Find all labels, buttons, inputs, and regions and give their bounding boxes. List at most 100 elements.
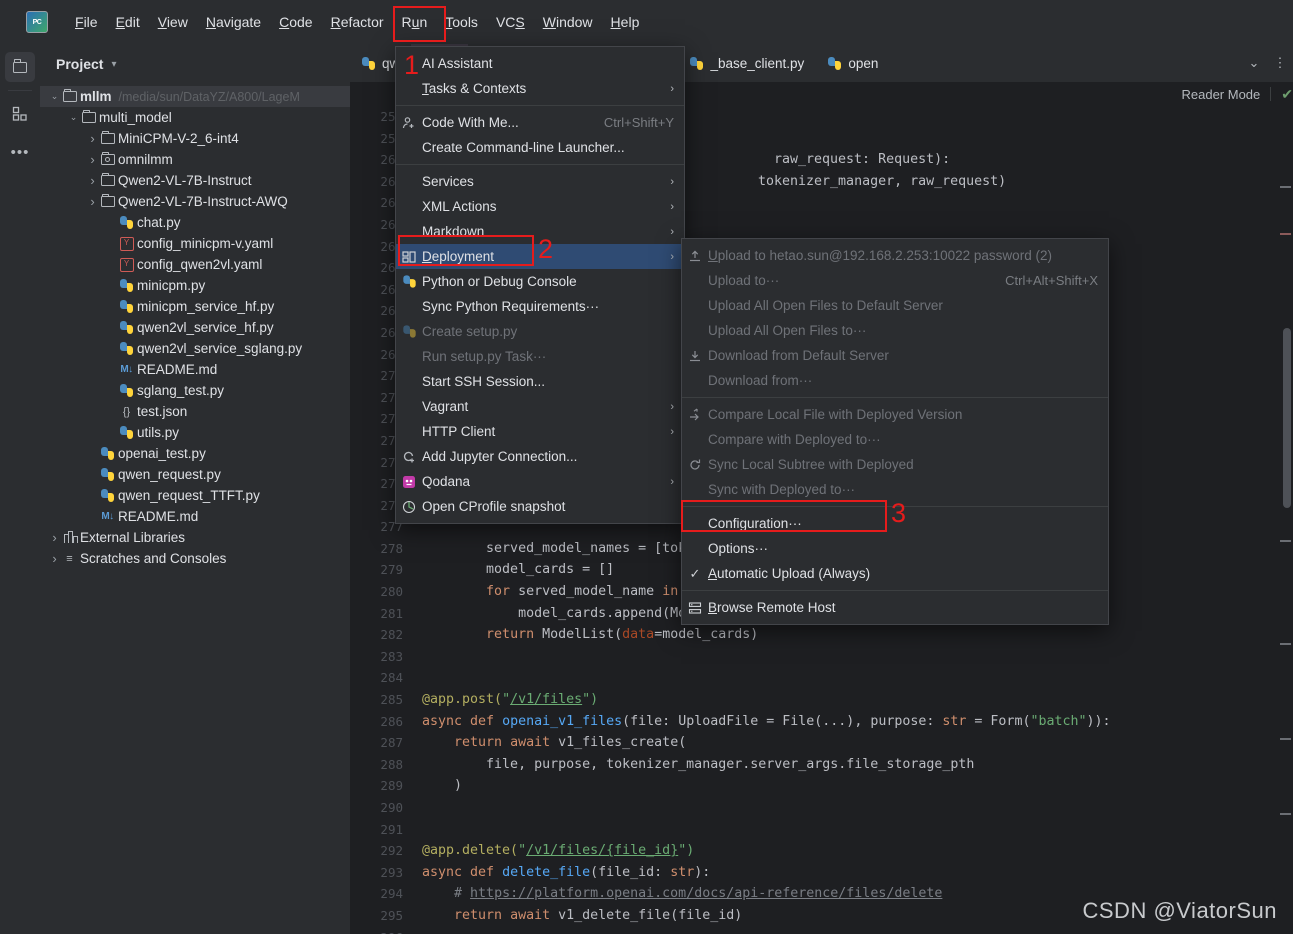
menu-item-python-or-debug-console[interactable]: Python or Debug Console — [396, 269, 684, 294]
sidebar-item-structure[interactable] — [5, 99, 35, 129]
chevron-down-icon[interactable]: ⌄ — [67, 112, 80, 123]
chevron-right-icon[interactable]: › — [86, 131, 99, 146]
menu-item-upload-all-open-files-to[interactable]: Upload All Open Files to··· — [682, 318, 1108, 343]
menubar-item-vcs[interactable]: VCS — [487, 10, 534, 34]
tree-row[interactable]: › Qwen2-VL-7B-Instruct-AWQ — [40, 191, 350, 212]
chevron-right-icon[interactable]: › — [86, 194, 99, 209]
menu-item-ai-assistant[interactable]: AI Assistant — [396, 51, 684, 76]
menu-item-shortcut: Ctrl+Alt+Shift+X — [1005, 273, 1098, 288]
menu-item-tasks-contexts[interactable]: Tasks & Contexts › — [396, 76, 684, 101]
tree-row[interactable]: Yconfig_qwen2vl.yaml — [40, 254, 350, 275]
code-line: file, purpose, tokenizer_manager.server_… — [422, 756, 975, 772]
chevron-down-icon[interactable]: ⌄ — [48, 91, 61, 102]
menu-item-download-from-default-server[interactable]: Download from Default Server — [682, 343, 1108, 368]
tree-row[interactable]: › MiniCPM-V-2_6-int4 — [40, 128, 350, 149]
tree-row[interactable]: › Qwen2-VL-7B-Instruct — [40, 170, 350, 191]
tree-row[interactable]: minicpm_service_hf.py — [40, 296, 350, 317]
tree-row[interactable]: openai_test.py — [40, 443, 350, 464]
tree-row[interactable]: utils.py — [40, 422, 350, 443]
menu-item-services[interactable]: Services › — [396, 169, 684, 194]
tree-row[interactable]: {} test.json — [40, 401, 350, 422]
tree-row[interactable]: ⌄ mllm/media/sun/DataYZ/A800/LageM — [40, 86, 350, 107]
menubar-item-window[interactable]: Window — [534, 10, 602, 34]
tree-row[interactable]: sglang_test.py — [40, 380, 350, 401]
menu-item-upload-all-open-files-to-default-server[interactable]: Upload All Open Files to Default Server — [682, 293, 1108, 318]
chevron-right-icon[interactable]: › — [86, 173, 99, 188]
menu-item-vagrant[interactable]: Vagrant › — [396, 394, 684, 419]
tree-row[interactable]: › ≡ Scratches and Consoles — [40, 548, 350, 569]
json-file-icon: {} — [122, 405, 131, 418]
menu-item-start-ssh-session[interactable]: Start SSH Session... — [396, 369, 684, 394]
menu-item-create-command-line-launcher[interactable]: Create Command-line Launcher... — [396, 135, 684, 160]
python-file-icon — [118, 384, 135, 397]
chevron-right-icon[interactable]: › — [48, 551, 61, 566]
check-icon: ✓ — [689, 565, 701, 581]
tree-row[interactable]: M↓ README.md — [40, 359, 350, 380]
menubar-item-run[interactable]: Run — [393, 10, 437, 34]
menubar-item-code[interactable]: Code — [270, 10, 321, 34]
menu-item-upload-to-hetao-sun-192-168-2-253-10022-password-2[interactable]: Upload to hetao.sun@192.168.2.253:10022 … — [682, 243, 1108, 268]
tree-row[interactable]: Yconfig_minicpm-v.yaml — [40, 233, 350, 254]
tree-row[interactable]: qwen2vl_service_hf.py — [40, 317, 350, 338]
menu-item-upload-to[interactable]: Upload to··· Ctrl+Alt+Shift+X — [682, 268, 1108, 293]
menu-item-options[interactable]: Options··· — [682, 536, 1108, 561]
sidebar-item-project[interactable] — [5, 52, 35, 82]
menu-item-create-setup-py[interactable]: Create setup.py — [396, 319, 684, 344]
chevron-right-icon[interactable]: › — [86, 152, 99, 167]
scrollbar-marker — [1280, 186, 1291, 188]
more-vertical-icon[interactable]: ⋮ — [1267, 44, 1293, 82]
scrollbar-thumb[interactable] — [1283, 328, 1291, 508]
menubar-item-navigate[interactable]: Navigate — [197, 10, 270, 34]
sidebar-item-more[interactable]: ••• — [5, 137, 35, 167]
python-file-icon — [362, 56, 375, 71]
menubar-item-tools[interactable]: Tools — [436, 10, 487, 34]
tree-row[interactable]: qwen_request_TTFT.py — [40, 485, 350, 506]
tree-row[interactable]: qwen_request.py — [40, 464, 350, 485]
menubar-item-file[interactable]: File — [66, 10, 107, 34]
menu-item-browse-remote-host[interactable]: Browse Remote Host — [682, 595, 1108, 620]
menubar-item-edit[interactable]: Edit — [107, 10, 149, 34]
menu-item-run-setup-py-task[interactable]: Run setup.py Task··· — [396, 344, 684, 369]
chevron-down-icon[interactable]: ⌄ — [1241, 44, 1267, 82]
inspections-check-icon[interactable]: ✔ — [1281, 86, 1293, 103]
menu-item-label: Create setup.py — [422, 324, 518, 339]
tool-window-rail: ••• — [0, 44, 40, 934]
tree-node-label: omnilmm — [118, 152, 173, 167]
tree-node-label: Qwen2-VL-7B-Instruct — [118, 173, 252, 188]
tree-row[interactable]: minicpm.py — [40, 275, 350, 296]
chevron-right-icon[interactable]: › — [48, 530, 61, 545]
tree-row[interactable]: M↓ README.md — [40, 506, 350, 527]
menubar-item-view[interactable]: View — [149, 10, 197, 34]
menu-item-automatic-upload-always[interactable]: ✓ Automatic Upload (Always) — [682, 561, 1108, 586]
menu-item-open-cprofile-snapshot[interactable]: Open CProfile snapshot — [396, 494, 684, 519]
menu-item-sync-python-requirements[interactable]: Sync Python Requirements··· — [396, 294, 684, 319]
tree-row[interactable]: › External Libraries — [40, 527, 350, 548]
annotation-number-3: 3 — [891, 498, 907, 528]
menu-item-compare-local-file-with-deployed-version[interactable]: Compare Local File with Deployed Version — [682, 402, 1108, 427]
menu-item-compare-with-deployed-to[interactable]: Compare with Deployed to··· — [682, 427, 1108, 452]
editor-marker-scrollbar[interactable] — [1279, 168, 1293, 934]
tree-row[interactable]: chat.py — [40, 212, 350, 233]
menu-item-label: Sync Python Requirements··· — [422, 299, 600, 314]
chevron-down-icon[interactable]: ▾ — [111, 59, 116, 70]
menu-item-sync-local-subtree-with-deployed[interactable]: Sync Local Subtree with Deployed — [682, 452, 1108, 477]
editor-tab[interactable]: _base_client.py — [678, 44, 816, 82]
menubar-item-help[interactable]: Help — [602, 10, 649, 34]
code-line: @app.delete("/v1/files/{file_id}") — [422, 843, 695, 859]
menu-item-add-jupyter-connection[interactable]: Add Jupyter Connection... — [396, 444, 684, 469]
python-console-icon — [396, 275, 422, 288]
line-number: 278 — [380, 540, 403, 556]
tree-row[interactable]: ⌄ multi_model — [40, 107, 350, 128]
yaml-file-icon: Y — [118, 257, 135, 272]
editor-tab[interactable]: open — [816, 44, 890, 82]
menubar-item-refactor[interactable]: Refactor — [322, 10, 393, 34]
tree-row[interactable]: › omnilmm — [40, 149, 350, 170]
menu-item-code-with-me[interactable]: Code With Me... Ctrl+Shift+Y — [396, 110, 684, 135]
menu-item-http-client[interactable]: HTTP Client › — [396, 419, 684, 444]
menu-item-download-from[interactable]: Download from··· — [682, 368, 1108, 393]
python-file-icon — [118, 279, 135, 292]
menu-item-xml-actions[interactable]: XML Actions › — [396, 194, 684, 219]
tree-row[interactable]: qwen2vl_service_sglang.py — [40, 338, 350, 359]
menu-item-qodana[interactable]: Qodana › — [396, 469, 684, 494]
